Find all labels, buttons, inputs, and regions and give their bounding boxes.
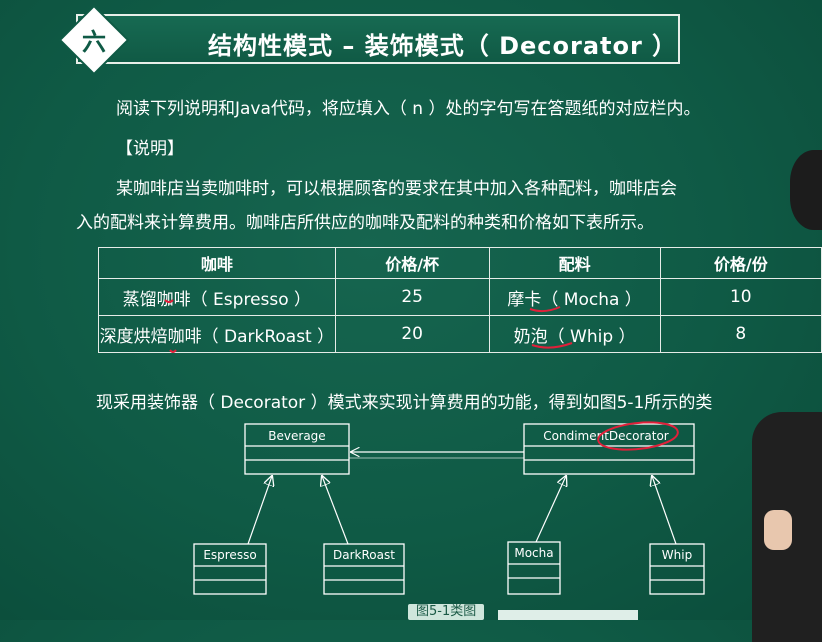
annotation-underline: [531, 342, 573, 349]
uml-class-diagram: Beverage CondimentDecorator Espresso Dar…: [164, 299, 705, 595]
uml-class-name: Beverage: [268, 429, 325, 443]
annotation-underline: [164, 299, 174, 303]
figure-caption: 图5-1类图: [408, 604, 485, 620]
uml-class-name: Espresso: [203, 548, 256, 562]
inheritance-arrow: [322, 476, 349, 545]
uml-class-name: Mocha: [514, 546, 553, 560]
uml-class-name: DarkRoast: [333, 548, 395, 562]
uml-class-beverage: Beverage: [244, 423, 350, 475]
annotation-underline: [169, 349, 177, 353]
presenter-hand: [764, 510, 792, 550]
presenter-figure: [752, 150, 822, 642]
uml-class-condiment-decorator: CondimentDecorator: [523, 421, 695, 475]
inheritance-arrow: [247, 476, 272, 545]
annotation-underline: [529, 306, 561, 313]
uml-class-whip: Whip: [649, 543, 705, 595]
uml-class-espresso: Espresso: [193, 543, 267, 595]
inheritance-arrow: [652, 476, 677, 545]
uml-class-mocha: Mocha: [507, 541, 561, 595]
uml-class-darkroast: DarkRoast: [323, 543, 405, 595]
caption-highlight: [498, 610, 638, 620]
uml-class-name: Whip: [662, 548, 692, 562]
presenter-head: [790, 150, 822, 230]
inheritance-arrow: [535, 476, 566, 543]
